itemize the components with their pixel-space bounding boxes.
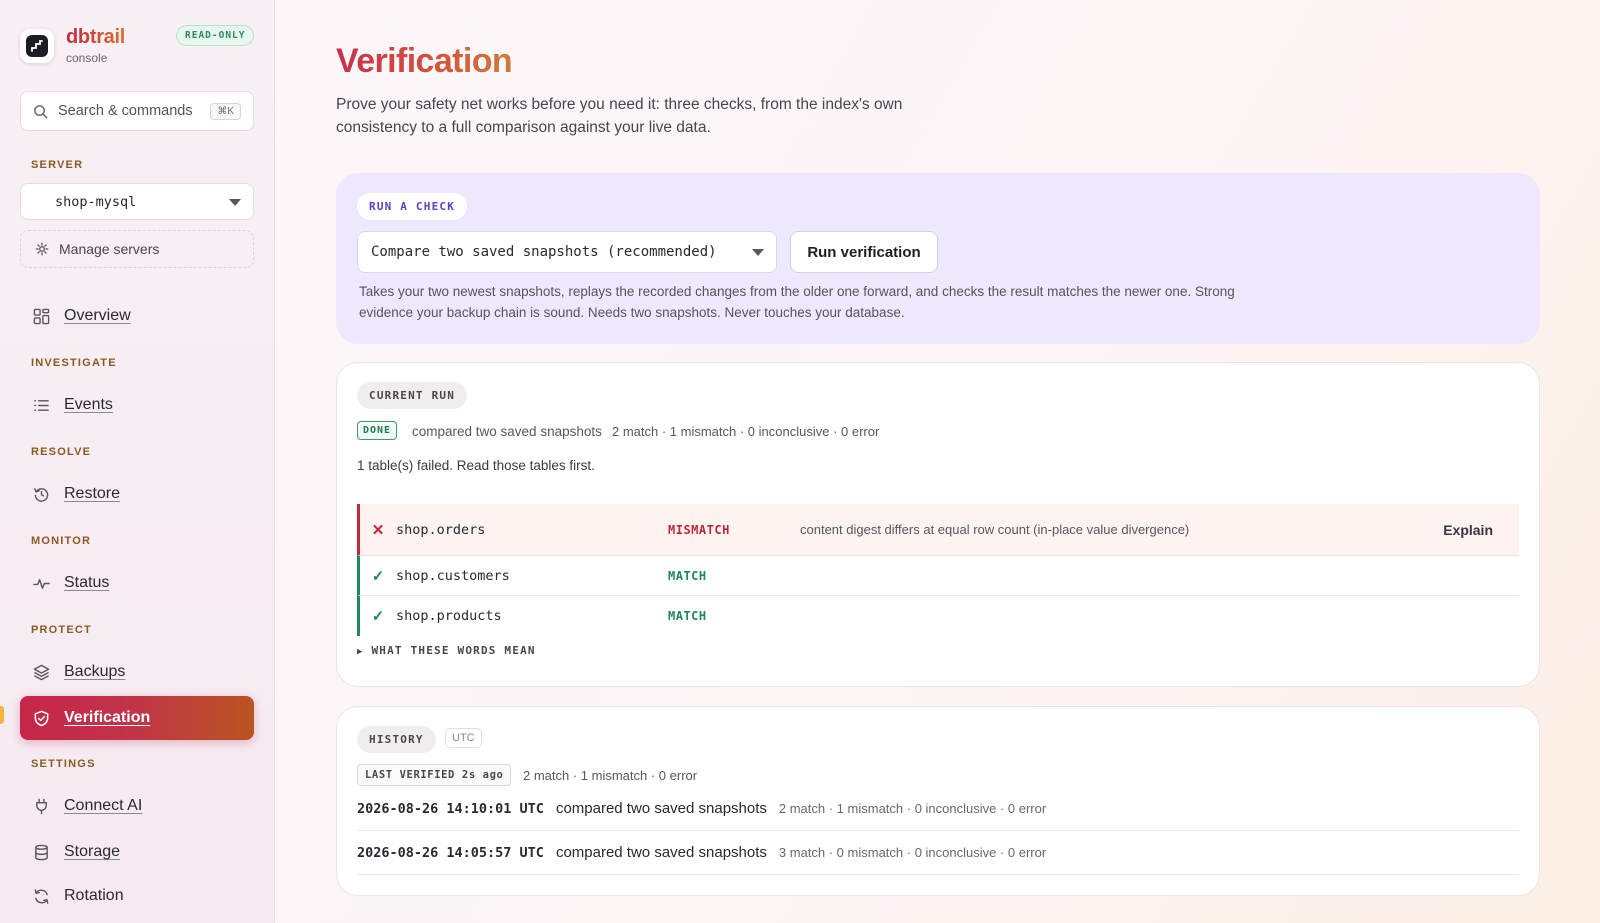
- table-name: shop.products: [396, 608, 502, 624]
- run-counts: 2 match · 1 mismatch · 0 inconclusive · …: [612, 424, 880, 439]
- check-type-value: Compare two saved snapshots (recommended…: [371, 244, 717, 260]
- chevron-down-icon: [229, 199, 241, 206]
- sidebar-item-restore[interactable]: Restore: [20, 474, 254, 514]
- sidebar-item-status[interactable]: Status: [20, 563, 254, 603]
- sidebar-item-label: Overview: [64, 307, 131, 324]
- match-status: MATCH: [668, 568, 707, 583]
- mismatch-reason: content digest differs at equal row coun…: [800, 522, 1190, 537]
- search-placeholder: Search & commands: [58, 103, 193, 119]
- layers-icon: [33, 664, 50, 680]
- page-description: Prove your safety net works before you n…: [336, 96, 903, 136]
- check-description: Takes your two newest snapshots, replays…: [359, 284, 1235, 320]
- sidebar-item-events[interactable]: Events: [20, 385, 254, 425]
- check-icon: ✓: [371, 608, 385, 625]
- server-select[interactable]: shop-mysql: [20, 183, 254, 220]
- current-run-panel: CURRENT RUN DONE compared two saved snap…: [336, 362, 1540, 687]
- explain-button[interactable]: Explain: [1443, 522, 1493, 538]
- logo: [20, 28, 54, 63]
- table-row: ✓ shop.products MATCH: [357, 596, 1519, 636]
- history-desc: compared two saved snapshots: [555, 800, 767, 817]
- sidebar-item-label: Rotation: [64, 887, 124, 904]
- manage-servers-button[interactable]: Manage servers: [20, 230, 254, 268]
- run-verification-button[interactable]: Run verification: [790, 231, 938, 273]
- last-verified-badge: LAST VERIFIED 2s ago: [357, 764, 512, 786]
- settings-section-label: SETTINGS: [31, 758, 96, 770]
- shield-check-icon: [34, 710, 49, 726]
- rotate-icon: [34, 888, 49, 904]
- history-desc: compared two saved snapshots: [555, 844, 767, 861]
- table-row: ✓ shop.customers MATCH: [357, 556, 1519, 596]
- history-time: 2026-08-26 14:10:01 UTC: [357, 800, 544, 817]
- list-icon: [34, 399, 49, 411]
- sidebar-item-rotation[interactable]: Rotation: [20, 876, 254, 916]
- protect-section-label: PROTECT: [31, 624, 92, 636]
- failure-note: 1 table(s) failed. Read those tables fir…: [357, 458, 595, 473]
- glossary-toggle[interactable]: ▶ WHAT THESE WORDS MEAN: [357, 644, 536, 657]
- chevron-down-icon: [752, 249, 764, 256]
- server-section-label: SERVER: [31, 159, 84, 171]
- last-verified-counts: 2 match · 1 mismatch · 0 error: [523, 768, 698, 783]
- history-counts: 3 match · 0 mismatch · 0 inconclusive · …: [778, 845, 1047, 860]
- manage-servers-label: Manage servers: [59, 241, 160, 257]
- x-icon: ✕: [371, 521, 385, 539]
- mismatch-status: MISMATCH: [668, 522, 730, 537]
- sidebar: dbtrail console READ-ONLY Search & comma…: [0, 0, 275, 923]
- sidebar-item-storage[interactable]: Storage: [20, 832, 254, 872]
- sidebar-item-label: Connect AI: [64, 797, 143, 814]
- table-row: ✕ shop.orders MISMATCH content digest di…: [357, 504, 1519, 556]
- search-shortcut: ⌘K: [210, 102, 241, 120]
- triangle-right-icon: ▶: [357, 647, 364, 657]
- logo-mark-icon: [26, 34, 48, 57]
- check-type-select[interactable]: Compare two saved snapshots (recommended…: [357, 231, 777, 273]
- sidebar-item-label: Events: [64, 396, 113, 413]
- server-select-value: shop-mysql: [55, 193, 137, 210]
- page-title: Verification: [336, 42, 513, 80]
- brand-subtitle: console: [66, 51, 108, 65]
- history-label: HISTORY: [357, 726, 436, 753]
- database-icon: [35, 844, 48, 860]
- brand-name: dbtrail: [66, 26, 126, 48]
- run-check-panel: RUN A CHECK Compare two saved snapshots …: [336, 173, 1540, 344]
- resolve-section-label: RESOLVE: [31, 446, 92, 458]
- timezone-badge: UTC: [445, 728, 482, 748]
- table-name: shop.orders: [396, 521, 486, 538]
- history-panel: HISTORY UTC LAST VERIFIED 2s ago 2 match…: [336, 706, 1540, 896]
- history-counts: 2 match · 1 mismatch · 0 inconclusive · …: [778, 801, 1047, 816]
- restore-icon: [34, 487, 49, 502]
- match-status: MATCH: [668, 609, 707, 623]
- sidebar-item-label: Storage: [64, 843, 121, 860]
- search-icon: [34, 104, 48, 118]
- grid-icon: [33, 308, 50, 324]
- history-row[interactable]: 2026-08-26 14:10:01 UTC compared two sav…: [357, 787, 1519, 831]
- glossary-toggle-label: WHAT THESE WORDS MEAN: [371, 644, 536, 657]
- active-indicator: [0, 706, 4, 724]
- read-only-badge: READ-ONLY: [176, 25, 255, 46]
- history-time: 2026-08-26 14:05:57 UTC: [357, 844, 544, 861]
- sidebar-item-label: Verification: [64, 709, 151, 726]
- check-icon: ✓: [371, 567, 385, 585]
- sidebar-item-overview[interactable]: Overview: [20, 296, 254, 336]
- sidebar-item-label: Restore: [64, 485, 121, 502]
- monitor-section-label: MONITOR: [31, 535, 92, 547]
- pulse-icon: [33, 578, 50, 589]
- sidebar-item-connect-ai[interactable]: Connect AI: [20, 786, 254, 826]
- main-content: Verification Prove your safety net works…: [275, 0, 1600, 923]
- current-run-label: CURRENT RUN: [357, 382, 468, 409]
- history-row[interactable]: 2026-08-26 14:05:57 UTC compared two sav…: [357, 831, 1519, 875]
- table-name: shop.customers: [396, 567, 510, 584]
- run-check-label: RUN A CHECK: [357, 193, 468, 220]
- run-summary: compared two saved snapshots: [412, 424, 602, 439]
- sidebar-item-backups[interactable]: Backups: [20, 652, 254, 692]
- sidebar-item-label: Backups: [64, 663, 126, 680]
- search-input[interactable]: Search & commands ⌘K: [20, 91, 254, 131]
- results-table: ✕ shop.orders MISMATCH content digest di…: [357, 504, 1519, 636]
- brand[interactable]: dbtrail console: [20, 26, 125, 65]
- gear-icon: [35, 242, 49, 256]
- sidebar-item-label: Status: [64, 574, 110, 591]
- investigate-section-label: INVESTIGATE: [31, 357, 117, 369]
- plug-icon: [36, 798, 47, 814]
- status-badge: DONE: [357, 421, 398, 440]
- sidebar-item-verification[interactable]: Verification: [20, 696, 254, 740]
